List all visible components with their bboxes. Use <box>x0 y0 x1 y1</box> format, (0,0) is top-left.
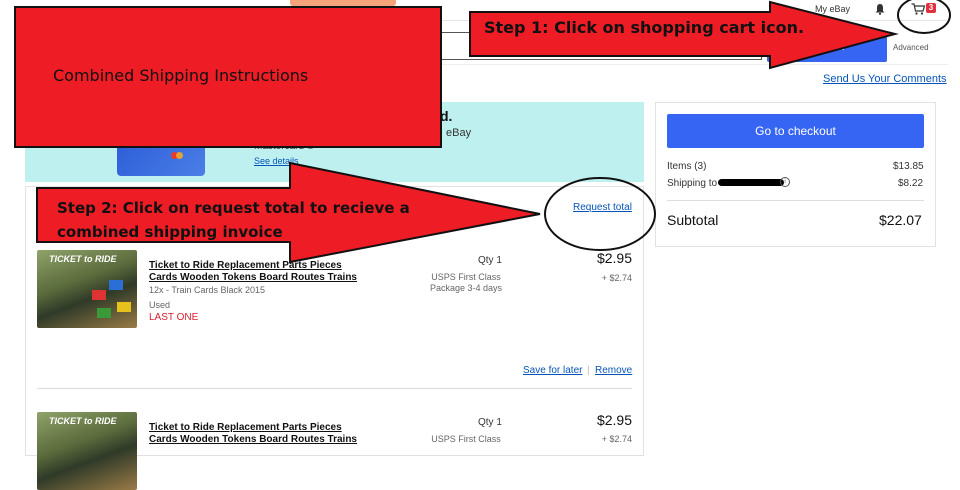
instructions-title: Combined Shipping Instructions <box>53 66 309 85</box>
step2-text: Step 2: Click on request total to reciev… <box>57 199 410 241</box>
request-total-highlight-circle <box>544 177 656 251</box>
step1-text: Step 1: Click on shopping cart icon. <box>484 18 805 37</box>
cart-highlight-circle <box>897 0 951 34</box>
